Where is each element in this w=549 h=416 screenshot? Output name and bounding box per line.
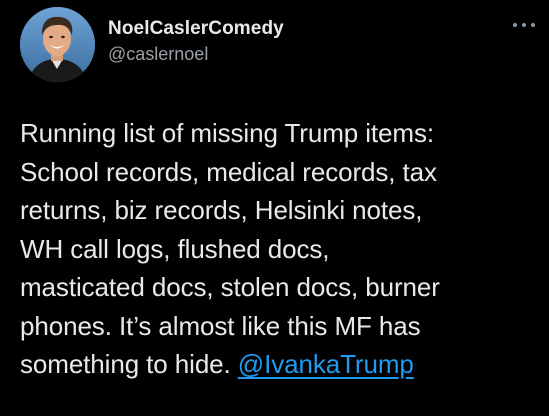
dot-icon xyxy=(522,23,526,27)
tweet-text: Running list of missing Trump items: Sch… xyxy=(20,114,540,384)
author-names: NoelCaslerComedy @caslernoel xyxy=(108,17,284,66)
tweet-card: NoelCaslerComedy @caslernoel Running lis… xyxy=(0,0,549,416)
more-options-icon[interactable] xyxy=(513,18,535,32)
tweet-line: returns, biz records, Helsinki notes, xyxy=(20,195,423,225)
dot-icon xyxy=(513,23,517,27)
avatar[interactable] xyxy=(20,7,95,82)
tweet-line: Running list of missing Trump items: xyxy=(20,118,434,148)
tweet-line: masticated docs, stolen docs, burner xyxy=(20,272,440,302)
user-handle[interactable]: @caslernoel xyxy=(108,42,284,66)
tweet-last-line: something to hide. @IvankaTrump xyxy=(20,345,540,384)
tweet-line: phones. It’s almost like this MF has xyxy=(20,310,421,341)
dot-icon xyxy=(531,23,535,27)
display-name[interactable]: NoelCaslerComedy xyxy=(108,17,284,41)
tweet-line: something to hide. xyxy=(20,349,231,379)
tweet-line: WH call logs, flushed docs, xyxy=(20,233,330,264)
tweet-line: School records, medical records, tax xyxy=(20,156,437,187)
mention-link[interactable]: @IvankaTrump xyxy=(238,349,414,379)
